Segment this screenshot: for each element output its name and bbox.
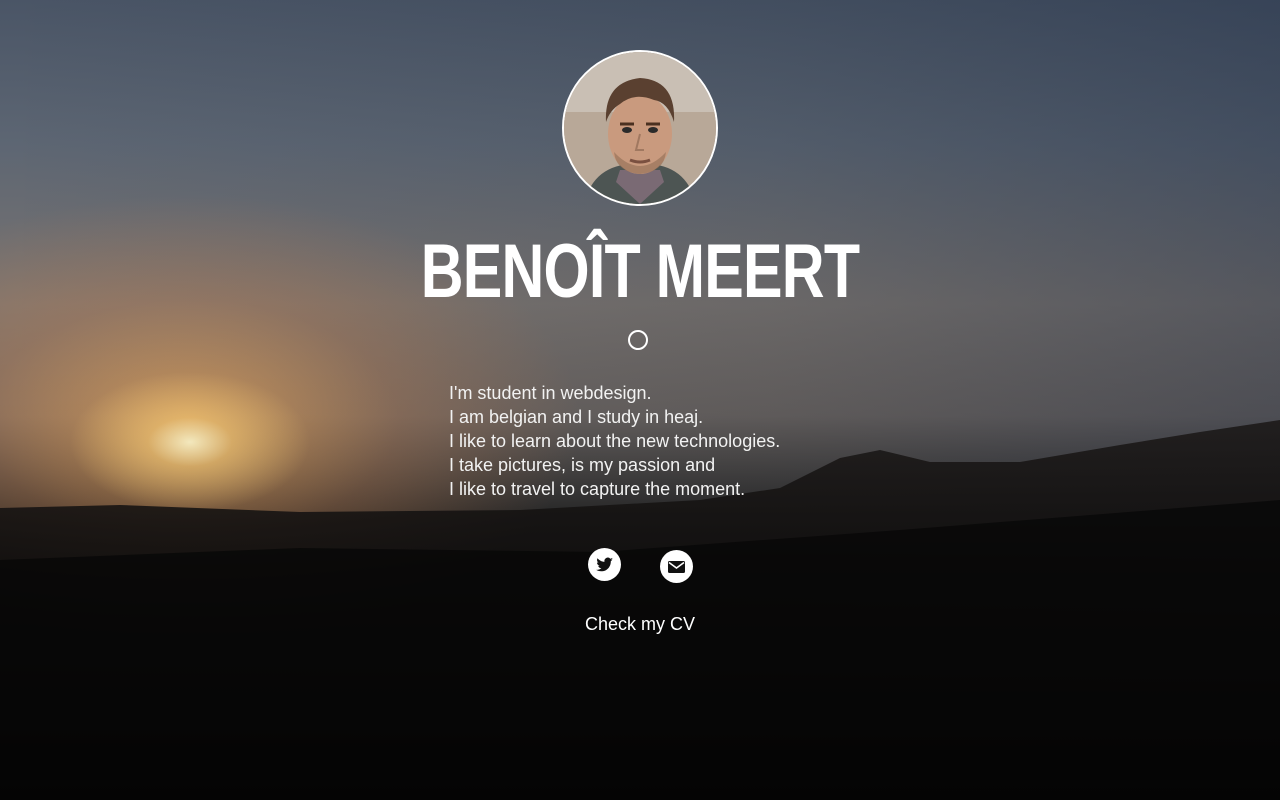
bio-line: I take pictures, is my passion and (449, 455, 716, 475)
bio-line: I like to learn about the new technologi… (449, 431, 781, 451)
social-links (588, 548, 698, 584)
mail-icon (668, 561, 685, 573)
bio-text: I'm student in webdesign. I am belgian a… (449, 381, 869, 501)
circle-divider-icon (628, 330, 648, 350)
bio-line: I am belgian and I study in heaj. (449, 407, 704, 427)
bio-line: I like to travel to capture the moment. (449, 479, 746, 499)
twitter-icon (596, 557, 613, 572)
page-title: BENOÎT MEERT (420, 229, 860, 314)
twitter-button[interactable] (588, 548, 621, 581)
bio-line: I'm student in webdesign. (449, 383, 652, 403)
portrait-photo-icon (564, 52, 716, 204)
check-cv-link[interactable]: Check my CV (0, 612, 1280, 636)
avatar (562, 50, 718, 206)
mail-button[interactable] (660, 550, 693, 583)
